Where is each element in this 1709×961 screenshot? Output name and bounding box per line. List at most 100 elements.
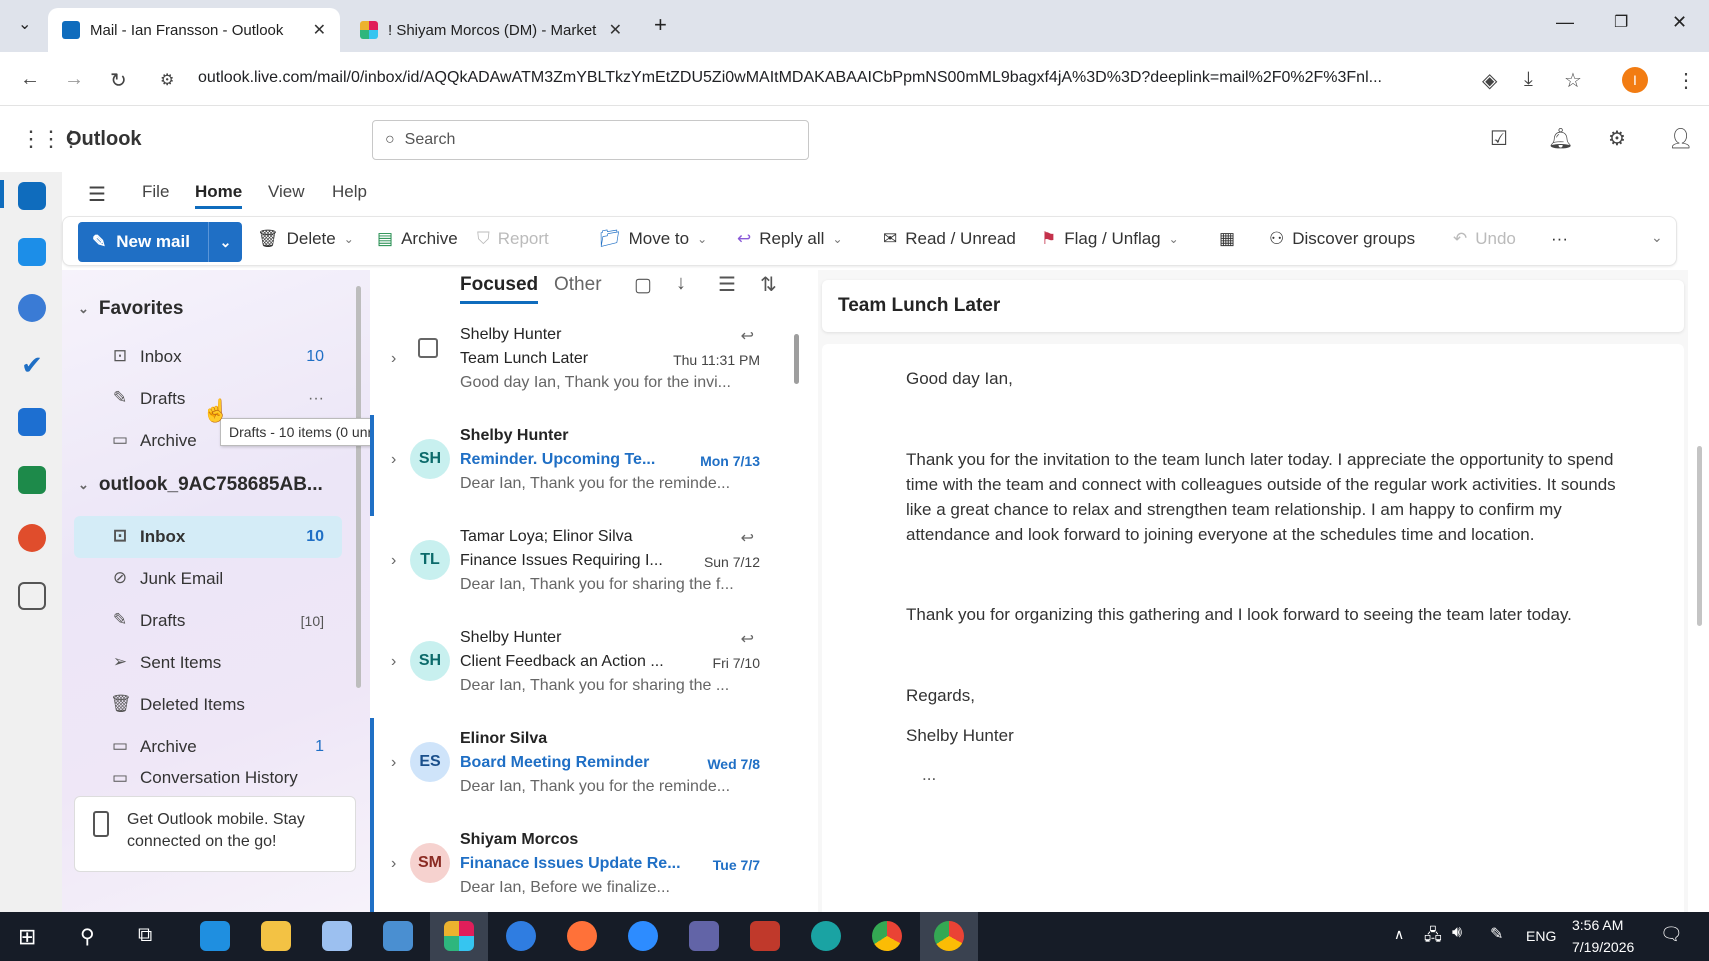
list-item[interactable]: › Shelby Hunter ↩ Team Lunch Later Thu 1… — [370, 314, 810, 415]
slack-icon[interactable] — [444, 921, 474, 951]
select-all-icon[interactable]: ▢ — [634, 274, 652, 297]
new-mail-dropdown-chevron-icon[interactable]: ⌄ — [208, 222, 242, 262]
account-header[interactable]: ⌄ outlook_9AC758685AB... — [78, 474, 323, 496]
menu-view[interactable]: View — [268, 182, 305, 202]
forward-icon[interactable]: → — [64, 68, 84, 91]
filter-icon[interactable]: ☰ — [718, 272, 736, 297]
more-dots-icon[interactable]: ··· — [308, 390, 324, 408]
task-view-icon[interactable]: ⧉ — [138, 924, 152, 947]
people-icon[interactable] — [18, 294, 46, 322]
back-icon[interactable]: ← — [20, 68, 40, 91]
volume-icon[interactable]: 🔊︎ — [1452, 924, 1462, 942]
zoom-icon[interactable] — [628, 921, 658, 951]
menu-help[interactable]: Help — [332, 182, 367, 202]
url-field[interactable]: outlook.live.com/mail/0/inbox/id/AQQkADA… — [198, 69, 1468, 87]
folder-inbox[interactable]: ⊡ Inbox 10 — [74, 516, 342, 558]
favorites-header[interactable]: ⌄ Favorites — [78, 298, 183, 320]
windows-start-icon[interactable]: ⊞ — [18, 924, 36, 950]
folder-junk[interactable]: ⊘ Junk Email — [74, 558, 342, 600]
archive-button[interactable]: ▤ Archive — [377, 229, 458, 249]
settings-gear-icon[interactable]: ⚙ — [1608, 126, 1626, 151]
undo-button[interactable]: ↶ Undo — [1453, 229, 1516, 249]
language-indicator[interactable]: ENG — [1526, 928, 1556, 944]
bookmark-star-icon[interactable]: ☆ — [1564, 68, 1582, 93]
reply-all-button[interactable]: ↩ Reply all ⌄ — [737, 229, 843, 249]
expand-chevron-icon[interactable]: › — [391, 552, 396, 570]
thunderbird-icon[interactable] — [506, 921, 536, 951]
chrome-icon[interactable] — [872, 921, 902, 951]
sort-icon[interactable]: ⇅ — [760, 272, 777, 297]
more-options-button[interactable]: ··· — [1551, 229, 1568, 249]
list-item[interactable]: › TL Tamar Loya; Elinor Silva ↩ Finance … — [370, 516, 810, 617]
tab-other[interactable]: Other — [554, 274, 602, 296]
chevron-down-icon[interactable]: ⌄ — [832, 232, 842, 246]
chevron-down-icon[interactable]: ⌄ — [697, 232, 707, 246]
hamburger-icon[interactable]: ☰ — [88, 182, 106, 207]
tab-list-chevron-icon[interactable]: ⌄ — [18, 14, 31, 34]
folder-drafts[interactable]: ✎ Drafts [10] — [74, 600, 342, 642]
browser-menu-icon[interactable]: ⋮ — [1676, 68, 1696, 93]
discover-groups-button[interactable]: ⚇ Discover groups — [1269, 229, 1415, 249]
mail-icon[interactable] — [18, 182, 46, 210]
flag-button[interactable]: ⚑ Flag / Unflag ⌄ — [1041, 229, 1179, 249]
new-tab-icon[interactable]: + — [654, 12, 667, 38]
notifications-bell-icon[interactable]: 🔔︎ — [1548, 126, 1573, 151]
my-day-icon[interactable]: ☑ — [1490, 126, 1508, 151]
powerpoint-icon[interactable] — [18, 524, 46, 552]
folder-scrollbar[interactable] — [356, 286, 361, 688]
move-to-button[interactable]: 📁︎ Move to ⌄ — [599, 229, 707, 249]
folder-archive[interactable]: ▭ Archive 1 — [74, 726, 342, 768]
folder-conversation-history[interactable]: ▭ Conversation History — [74, 768, 342, 790]
chevron-down-icon[interactable]: ⌄ — [344, 232, 354, 246]
more-apps-icon[interactable] — [18, 582, 46, 610]
account-person-icon[interactable]: 👤︎ — [1668, 126, 1693, 151]
notifications-icon[interactable]: 🗨︎ — [1660, 924, 1683, 945]
folder-deleted[interactable]: 🗑︎ Deleted Items — [74, 684, 342, 726]
menu-home[interactable]: Home — [195, 182, 243, 209]
tab-focused[interactable]: Focused — [460, 274, 539, 304]
close-tab-icon[interactable]: ✕ — [609, 20, 622, 40]
tab-slack[interactable]: ! Shiyam Morcos (DM) - Market ✕ — [346, 8, 636, 52]
message-checkbox[interactable] — [418, 338, 438, 358]
calendar-icon[interactable] — [18, 238, 46, 266]
search-icon[interactable]: ⚲ — [80, 924, 95, 949]
winrar-icon[interactable] — [750, 921, 780, 951]
menu-file[interactable]: File — [142, 182, 169, 202]
expand-chevron-icon[interactable]: › — [391, 653, 396, 671]
jump-to-icon[interactable]: ↓ — [676, 272, 686, 295]
minimize-window-icon[interactable]: — — [1556, 12, 1574, 33]
chevron-down-icon[interactable]: ⌄ — [1169, 232, 1179, 246]
tray-chevron-icon[interactable]: ∧ — [1394, 926, 1404, 943]
close-window-icon[interactable]: ✕ — [1672, 12, 1687, 33]
reload-icon[interactable]: ↻ — [110, 68, 127, 93]
firefox-icon[interactable] — [567, 921, 597, 951]
read-unread-button[interactable]: ✉ Read / Unread — [883, 229, 1016, 249]
teams-icon[interactable] — [689, 921, 719, 951]
ribbon-expand-chevron-icon[interactable]: ⌄ — [1651, 229, 1663, 246]
pen-icon[interactable]: ✎ — [1490, 924, 1503, 944]
network-icon[interactable]: 🖧︎ — [1424, 924, 1442, 951]
install-app-icon[interactable]: ⤓ — [1524, 68, 1533, 91]
profile-avatar[interactable]: I — [1622, 67, 1648, 93]
chrome-icon[interactable] — [934, 921, 964, 951]
list-item[interactable]: › SH Shelby Hunter Reminder. Upcoming Te… — [370, 415, 810, 516]
todo-check-icon[interactable]: ✔ — [18, 350, 46, 380]
restore-window-icon[interactable]: ❐ — [1614, 12, 1628, 32]
expand-chevron-icon[interactable]: › — [391, 350, 396, 368]
close-tab-icon[interactable]: ✕ — [313, 20, 326, 40]
excel-icon[interactable] — [18, 466, 46, 494]
expand-chevron-icon[interactable]: › — [391, 855, 396, 873]
folder-sent[interactable]: ➢ Sent Items — [74, 642, 342, 684]
edge-icon[interactable] — [200, 921, 230, 951]
network-app-icon[interactable] — [811, 921, 841, 951]
expand-chevron-icon[interactable]: › — [391, 451, 396, 469]
show-more-button[interactable]: ... — [906, 762, 1632, 787]
mobile-promo-card[interactable]: Get Outlook mobile. Stay connected on th… — [74, 796, 356, 872]
new-mail-button[interactable]: ✎ New mail ⌄ — [78, 222, 242, 262]
extension-icon[interactable]: ◈ — [1482, 68, 1497, 93]
file-explorer-icon[interactable] — [261, 921, 291, 951]
search-box[interactable]: ○ Search — [372, 120, 809, 160]
reading-scrollbar[interactable] — [1697, 446, 1702, 626]
list-item[interactable]: › SH Shelby Hunter ↩ Client Feedback an … — [370, 617, 810, 718]
fav-inbox[interactable]: ⊡ Inbox 10 — [74, 336, 342, 378]
